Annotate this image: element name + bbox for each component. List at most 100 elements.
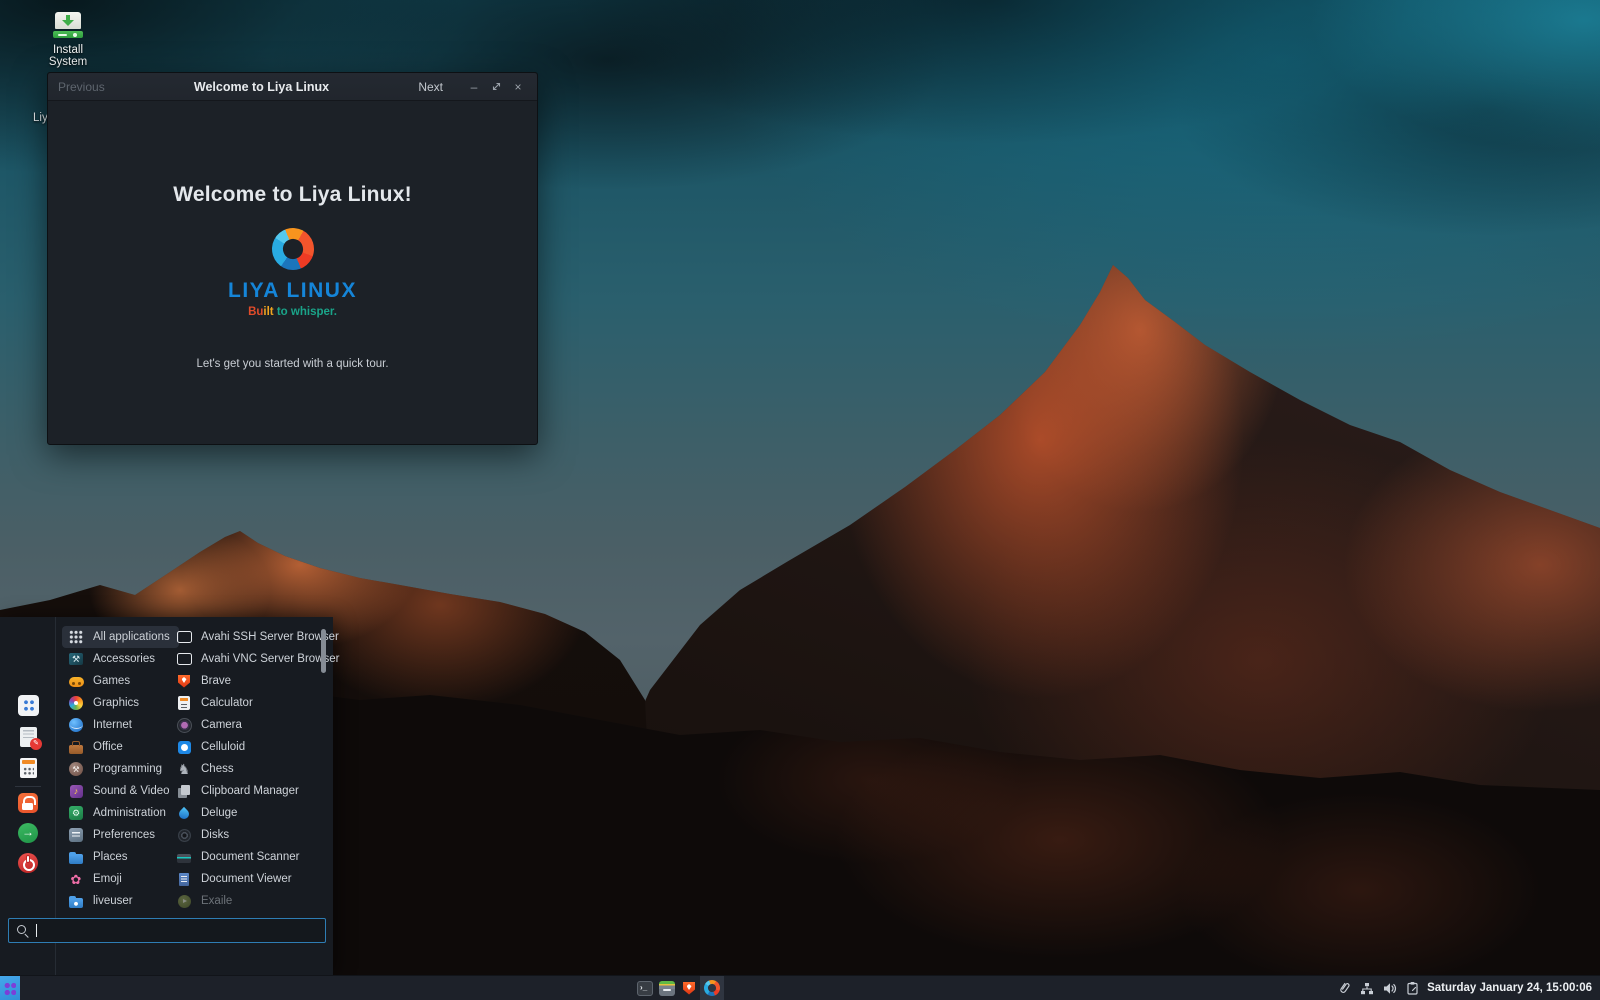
category-internet[interactable]: Internet: [62, 714, 141, 736]
app-document-scanner[interactable]: Document Scanner: [176, 846, 339, 868]
games-icon: [68, 673, 84, 689]
menu-button[interactable]: [0, 976, 20, 1000]
category-administration[interactable]: Administration: [62, 802, 175, 824]
app-camera[interactable]: Camera: [176, 714, 339, 736]
category-programming[interactable]: Programming: [62, 758, 171, 780]
welcome-window: Previous Welcome to Liya Linux Next – × …: [47, 72, 538, 445]
partial-desktop-icon-label[interactable]: Liy: [33, 112, 48, 124]
application-list: Avahi SSH Server Browser Avahi VNC Serve…: [176, 626, 339, 912]
welcome-window-button[interactable]: [700, 976, 724, 1000]
liya-logo-icon: [266, 223, 319, 276]
calculator-button[interactable]: [20, 758, 37, 778]
brand-name: LIYA LINUX: [228, 279, 357, 303]
app-brave[interactable]: Brave: [176, 670, 339, 692]
app-chess[interactable]: Chess: [176, 758, 339, 780]
category-all-applications[interactable]: All applications: [62, 626, 179, 648]
file-manager-icon: [659, 981, 675, 996]
office-icon: [68, 739, 84, 755]
install-system-label: Install System: [37, 44, 99, 68]
category-preferences[interactable]: Preferences: [62, 824, 164, 846]
app-avahi-vnc[interactable]: Avahi VNC Server Browser: [176, 648, 339, 670]
brand-tagline: Built to whisper.: [248, 306, 337, 318]
network-icon[interactable]: [1360, 982, 1374, 995]
shutdown-button[interactable]: [18, 853, 38, 873]
sound-video-icon: [68, 783, 84, 799]
previous-button[interactable]: Previous: [58, 80, 105, 94]
programming-icon: [68, 761, 84, 777]
clipboard-tray-icon[interactable]: [1406, 981, 1419, 995]
monitor-icon: [176, 629, 192, 645]
brave-shield-icon: [681, 980, 697, 996]
app-document-viewer[interactable]: Document Viewer: [176, 868, 339, 890]
scanner-icon: [176, 849, 192, 865]
sidebar-divider: [15, 786, 41, 787]
category-sound-video[interactable]: Sound & Video: [62, 780, 179, 802]
calculator-icon: [20, 758, 37, 778]
document-icon: [176, 871, 192, 887]
taskbar: Saturday January 24, 15:00:06: [0, 975, 1600, 1000]
search-box[interactable]: [8, 918, 326, 943]
application-menu: All applications Accessories Games Graph…: [0, 617, 333, 975]
restore-button[interactable]: [487, 73, 505, 101]
text-editor-button[interactable]: [20, 727, 37, 747]
clock[interactable]: Saturday January 24, 15:00:06: [1427, 982, 1592, 994]
lock-screen-button[interactable]: [18, 793, 38, 813]
text-editor-icon: [20, 727, 37, 747]
close-button[interactable]: ×: [509, 73, 527, 101]
software-center-icon: [18, 695, 39, 716]
app-exaile[interactable]: Exaile: [176, 890, 339, 912]
app-disks[interactable]: Disks: [176, 824, 339, 846]
calculator-icon: [176, 695, 192, 711]
install-system-desktop-icon[interactable]: Install System: [37, 12, 99, 68]
places-icon: [68, 849, 84, 865]
app-celluloid[interactable]: Celluloid: [176, 736, 339, 758]
emoji-icon: [68, 871, 84, 887]
app-clipboard-manager[interactable]: Clipboard Manager: [176, 780, 339, 802]
graphics-icon: [68, 695, 84, 711]
category-accessories[interactable]: Accessories: [62, 648, 164, 670]
app-deluge[interactable]: Deluge: [176, 802, 339, 824]
category-office[interactable]: Office: [62, 736, 132, 758]
app-calculator[interactable]: Calculator: [176, 692, 339, 714]
brave-launcher[interactable]: [678, 976, 700, 1000]
app-avahi-ssh[interactable]: Avahi SSH Server Browser: [176, 626, 339, 648]
install-drive-icon: [53, 12, 83, 40]
logout-icon: [18, 823, 38, 843]
search-input[interactable]: [41, 924, 317, 938]
paperclip-icon[interactable]: [1338, 981, 1351, 995]
next-button[interactable]: Next: [418, 80, 443, 94]
category-games[interactable]: Games: [62, 670, 139, 692]
minimize-button[interactable]: –: [465, 73, 483, 101]
window-title: Welcome to Liya Linux: [105, 80, 419, 94]
welcome-titlebar[interactable]: Previous Welcome to Liya Linux Next – ×: [48, 73, 537, 101]
text-caret: [36, 924, 37, 937]
terminal-launcher[interactable]: [634, 976, 656, 1000]
menu-scrollbar-thumb[interactable]: [321, 629, 326, 673]
lock-icon: [18, 793, 38, 813]
software-center-button[interactable]: [18, 695, 39, 716]
search-icon: [17, 925, 28, 936]
administration-icon: [68, 805, 84, 821]
preferences-icon: [68, 827, 84, 843]
file-manager-launcher[interactable]: [656, 976, 678, 1000]
grid-icon: [68, 629, 84, 645]
brave-shield-icon: [176, 673, 192, 689]
category-places[interactable]: Places: [62, 846, 137, 868]
chess-knight-icon: [176, 761, 192, 777]
welcome-content: Welcome to Liya Linux! LIYA LINUX Built …: [48, 101, 537, 444]
power-icon: [18, 853, 38, 873]
accessories-icon: [68, 651, 84, 667]
clipboard-icon: [176, 783, 192, 799]
water-drop-icon: [176, 805, 192, 821]
disk-icon: [176, 827, 192, 843]
category-emoji[interactable]: Emoji: [62, 868, 131, 890]
welcome-subtitle: Let's get you started with a quick tour.: [196, 358, 388, 370]
category-graphics[interactable]: Graphics: [62, 692, 148, 714]
monitor-icon: [176, 651, 192, 667]
category-liveuser[interactable]: liveuser: [62, 890, 142, 912]
category-list: All applications Accessories Games Graph…: [62, 626, 179, 912]
welcome-heading: Welcome to Liya Linux!: [173, 183, 412, 207]
volume-icon[interactable]: [1383, 982, 1397, 995]
logout-button[interactable]: [18, 823, 38, 843]
camera-icon: [176, 717, 192, 733]
